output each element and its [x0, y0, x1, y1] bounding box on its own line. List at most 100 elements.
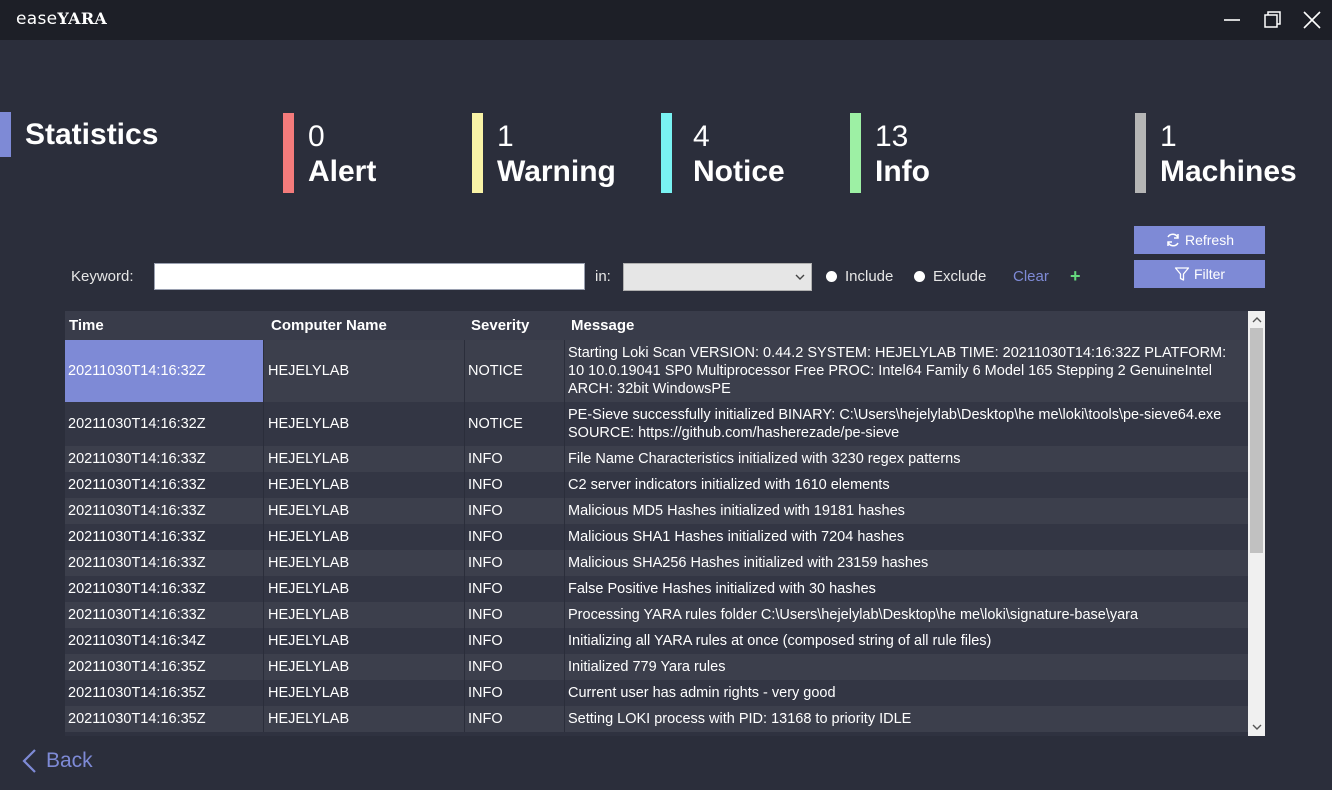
- computer-name-cell-text: HEJELYLAB: [268, 659, 350, 675]
- message-cell-text: Malicious MD5 Hashes initialized with 19…: [568, 503, 905, 519]
- severity-cell[interactable]: NOTICE: [465, 340, 565, 402]
- table-row[interactable]: 20211030T14:16:33Z HEJELYLAB INFO Maliciou…: [65, 498, 1248, 524]
- clear-button[interactable]: Clear: [1013, 268, 1049, 285]
- computer-name-cell[interactable]: HEJELYLAB: [264, 628, 465, 654]
- severity-cell[interactable]: NOTICE: [465, 402, 565, 446]
- message-cell[interactable]: Setting LOKI process with PID: 13168 to …: [565, 706, 1248, 732]
- filter-button[interactable]: Filter: [1134, 260, 1265, 288]
- time-cell[interactable]: 20211030T14:16:35Z: [65, 654, 264, 680]
- computer-name-cell[interactable]: HEJELYLAB: [264, 602, 465, 628]
- table-row[interactable]: 20211030T14:16:33Z HEJELYLAB INFO Maliciou…: [65, 550, 1248, 576]
- severity-cell[interactable]: INFO: [465, 628, 565, 654]
- message-cell-text: Setting LOKI process with PID: 13168 to …: [568, 711, 912, 727]
- message-cell[interactable]: Current user has admin rights - very goo…: [565, 680, 1248, 706]
- computer-name-cell[interactable]: HEJELYLAB: [264, 402, 465, 446]
- back-button[interactable]: Back: [20, 748, 93, 774]
- include-radio[interactable]: Include: [826, 268, 893, 285]
- severity-cell[interactable]: INFO: [465, 550, 565, 576]
- minimize-icon[interactable]: [1220, 8, 1244, 32]
- table-row[interactable]: 20211030T14:16:34Z HEJELYLAB INFO Initiali…: [65, 628, 1248, 654]
- severity-cell-text: INFO: [468, 477, 503, 493]
- message-cell[interactable]: Malicious SHA1 Hashes initialized with 7…: [565, 524, 1248, 550]
- message-cell[interactable]: Initializing all YARA rules at once (com…: [565, 628, 1248, 654]
- column-header-message[interactable]: Message: [571, 317, 634, 334]
- computer-name-cell[interactable]: HEJELYLAB: [264, 524, 465, 550]
- message-cell[interactable]: Initialized 779 Yara rules: [565, 654, 1248, 680]
- time-cell[interactable]: 20211030T14:16:33Z: [65, 472, 264, 498]
- message-cell-text: Malicious SHA256 Hashes initialized with…: [568, 555, 929, 571]
- computer-name-cell[interactable]: HEJELYLAB: [264, 576, 465, 602]
- table-row[interactable]: 20211030T14:16:33Z HEJELYLAB INFO Processi…: [65, 602, 1248, 628]
- time-cell[interactable]: 20211030T14:16:35Z: [65, 680, 264, 706]
- add-filter-button[interactable]: +: [1070, 266, 1081, 287]
- time-cell[interactable]: 20211030T14:16:32Z: [65, 402, 264, 446]
- stat-warning-count: 1: [497, 120, 514, 153]
- time-cell[interactable]: 20211030T14:16:35Z: [65, 706, 264, 732]
- message-cell[interactable]: Starting Loki Scan VERSION: 0.44.2 SYSTE…: [565, 340, 1248, 402]
- time-cell[interactable]: 20211030T14:16:32Z: [65, 340, 264, 402]
- message-cell[interactable]: File Name Characteristics initialized wi…: [565, 446, 1248, 472]
- computer-name-cell[interactable]: HEJELYLAB: [264, 706, 465, 732]
- table-row[interactable]: 20211030T14:16:35Z HEJELYLAB INFO Current …: [65, 680, 1248, 706]
- chevron-down-icon: [795, 274, 805, 280]
- computer-name-cell[interactable]: HEJELYLAB: [264, 654, 465, 680]
- message-cell[interactable]: Malicious MD5 Hashes initialized with 19…: [565, 498, 1248, 524]
- column-header-severity[interactable]: Severity: [471, 317, 529, 334]
- computer-name-cell[interactable]: HEJELYLAB: [264, 680, 465, 706]
- field-select[interactable]: [623, 263, 812, 291]
- table-row[interactable]: 20211030T14:16:33Z HEJELYLAB INFO File Nam…: [65, 446, 1248, 472]
- message-cell[interactable]: C2 server indicators initialized with 16…: [565, 472, 1248, 498]
- severity-cell[interactable]: INFO: [465, 706, 565, 732]
- scroll-down-arrow-icon[interactable]: [1250, 720, 1263, 734]
- computer-name-cell[interactable]: HEJELYLAB: [264, 550, 465, 576]
- severity-cell-text: INFO: [468, 503, 503, 519]
- time-cell[interactable]: 20211030T14:16:33Z: [65, 576, 264, 602]
- table-row[interactable]: 20211030T14:16:33Z HEJELYLAB INFO False Po…: [65, 576, 1248, 602]
- table-row[interactable]: 20211030T14:16:32Z HEJELYLAB NOTICE Starti…: [65, 340, 1248, 402]
- table-row[interactable]: 20211030T14:16:33Z HEJELYLAB INFO C2 serve…: [65, 472, 1248, 498]
- scrollbar-thumb[interactable]: [1250, 328, 1263, 553]
- severity-cell[interactable]: INFO: [465, 446, 565, 472]
- stat-notice-label: Notice: [693, 155, 785, 188]
- severity-cell[interactable]: INFO: [465, 602, 565, 628]
- keyword-input[interactable]: [154, 263, 585, 290]
- table-row[interactable]: 20211030T14:16:32Z HEJELYLAB NOTICE PE-Sie…: [65, 402, 1248, 446]
- stat-alert-label: Alert: [308, 155, 377, 188]
- severity-cell[interactable]: INFO: [465, 680, 565, 706]
- exclude-radio[interactable]: Exclude: [914, 268, 986, 285]
- severity-cell[interactable]: INFO: [465, 498, 565, 524]
- severity-cell[interactable]: INFO: [465, 576, 565, 602]
- time-cell[interactable]: 20211030T14:16:33Z: [65, 602, 264, 628]
- table-scrollbar[interactable]: [1248, 311, 1265, 736]
- severity-cell[interactable]: INFO: [465, 654, 565, 680]
- time-cell[interactable]: 20211030T14:16:34Z: [65, 628, 264, 654]
- computer-name-cell[interactable]: HEJELYLAB: [264, 340, 465, 402]
- message-cell[interactable]: Malicious SHA256 Hashes initialized with…: [565, 550, 1248, 576]
- message-cell[interactable]: PE-Sieve successfully initialized BINARY…: [565, 402, 1248, 446]
- scroll-up-arrow-icon[interactable]: [1250, 313, 1263, 327]
- column-header-computer-name[interactable]: Computer Name: [271, 317, 387, 334]
- computer-name-cell[interactable]: HEJELYLAB: [264, 498, 465, 524]
- refresh-button[interactable]: Refresh: [1134, 226, 1265, 254]
- close-icon[interactable]: [1300, 8, 1324, 32]
- time-cell[interactable]: 20211030T14:16:33Z: [65, 498, 264, 524]
- computer-name-cell[interactable]: HEJELYLAB: [264, 446, 465, 472]
- table-row[interactable]: 20211030T14:16:35Z HEJELYLAB INFO Setting …: [65, 706, 1248, 732]
- computer-name-cell[interactable]: HEJELYLAB: [264, 472, 465, 498]
- time-cell[interactable]: 20211030T14:16:33Z: [65, 550, 264, 576]
- time-cell[interactable]: 20211030T14:16:33Z: [65, 446, 264, 472]
- exclude-radio-dot: [914, 271, 925, 282]
- message-cell-text: File Name Characteristics initialized wi…: [568, 451, 961, 467]
- message-cell[interactable]: Processing YARA rules folder C:\Users\he…: [565, 602, 1248, 628]
- time-cell-text: 20211030T14:16:32Z: [68, 363, 206, 379]
- maximize-icon[interactable]: [1260, 8, 1284, 32]
- time-cell[interactable]: 20211030T14:16:33Z: [65, 524, 264, 550]
- severity-cell[interactable]: INFO: [465, 472, 565, 498]
- stat-info-label: Info: [875, 155, 930, 188]
- table-row[interactable]: 20211030T14:16:35Z HEJELYLAB INFO Initiali…: [65, 654, 1248, 680]
- column-header-time[interactable]: Time: [69, 317, 104, 334]
- table-row[interactable]: 20211030T14:16:33Z HEJELYLAB INFO Maliciou…: [65, 524, 1248, 550]
- message-cell[interactable]: False Positive Hashes initialized with 3…: [565, 576, 1248, 602]
- severity-cell[interactable]: INFO: [465, 524, 565, 550]
- stat-notice-count: 4: [693, 120, 710, 153]
